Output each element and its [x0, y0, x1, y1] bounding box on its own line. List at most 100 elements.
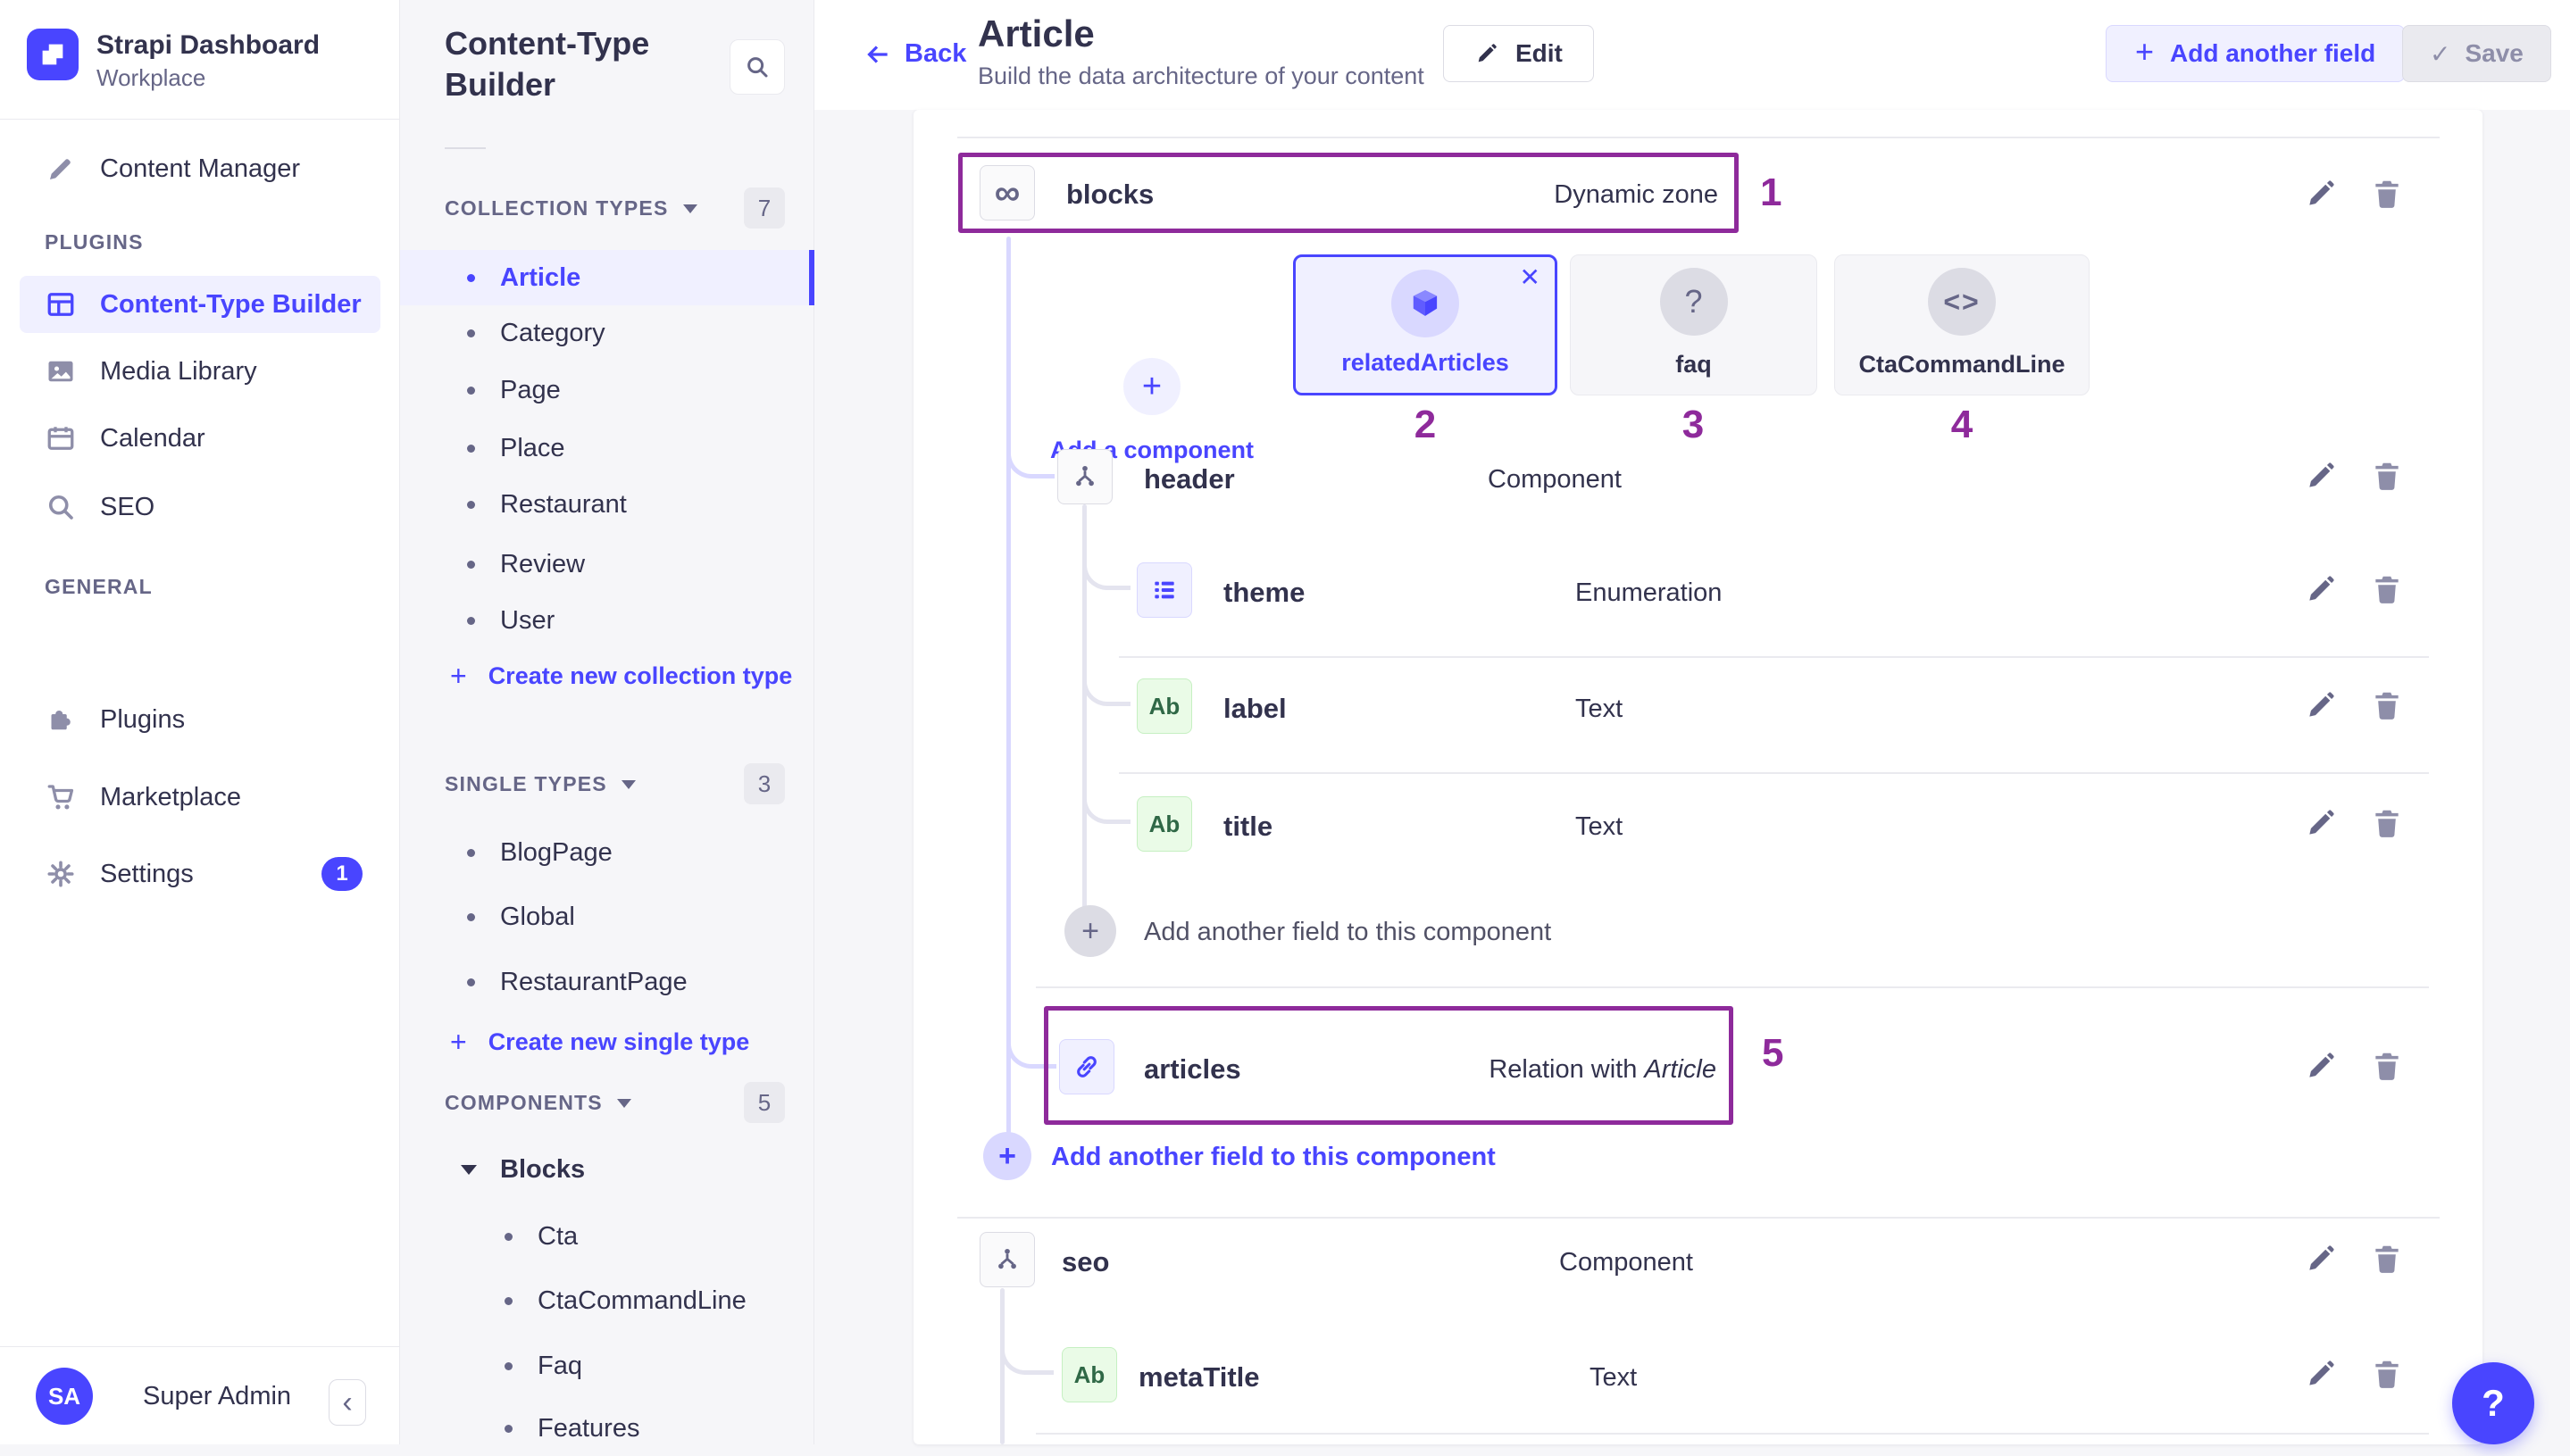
sidebar-item-restaurant[interactable]: Restaurant — [400, 477, 814, 532]
text-field-icon: Ab — [1137, 678, 1192, 734]
pencil-icon — [1474, 41, 1499, 66]
sidebar-item-plugins[interactable]: Plugins — [20, 691, 380, 748]
delete-field-button[interactable] — [2370, 459, 2404, 493]
close-icon[interactable]: ✕ — [1520, 262, 1540, 292]
delete-field-button[interactable] — [2370, 572, 2404, 606]
component-label: Faq — [538, 1352, 582, 1381]
delete-field-button[interactable] — [2370, 177, 2404, 211]
tree-elbow — [1082, 770, 1131, 824]
calendar-icon — [45, 422, 77, 454]
dynamic-zone-icon: ∞ — [980, 165, 1035, 220]
component-card-faq[interactable]: ? faq — [1570, 254, 1817, 395]
edit-field-button[interactable] — [2304, 688, 2338, 722]
sidebar-item-features[interactable]: Features — [400, 1401, 814, 1456]
divider — [1119, 656, 2429, 658]
create-collection-type-link[interactable]: + Create new collection type — [400, 648, 814, 703]
add-field-to-component-button[interactable]: + — [1064, 905, 1116, 957]
sidebar-item-user[interactable]: User — [400, 593, 814, 648]
add-field-to-component-label[interactable]: Add another field to this component — [1144, 918, 1551, 947]
arrow-left-icon — [864, 40, 892, 69]
collection-types-heading[interactable]: COLLECTION TYPES — [445, 196, 697, 220]
create-single-type-link[interactable]: + Create new single type — [400, 1014, 814, 1069]
sidebar-item-media-library[interactable]: Media Library — [20, 343, 380, 400]
builder-sidebar-title: Content-Type Builder — [445, 23, 713, 105]
chevron-down-icon — [683, 204, 697, 213]
collapse-sidebar-button[interactable]: ‹ — [329, 1379, 366, 1426]
delete-field-button[interactable] — [2370, 1357, 2404, 1391]
row-actions — [2304, 572, 2404, 606]
sidebar-item-review[interactable]: Review — [400, 537, 814, 592]
row-actions — [2304, 1049, 2404, 1083]
component-icon — [980, 1232, 1035, 1287]
field-type-label: Text — [1575, 695, 1623, 724]
add-field-to-dynamic-zone-button[interactable]: + — [983, 1132, 1031, 1180]
divider — [1036, 1433, 2429, 1435]
field-type-seo: Component — [1559, 1248, 1693, 1277]
single-type-label: RestaurantPage — [500, 968, 688, 997]
edit-field-button[interactable] — [2304, 1242, 2338, 1276]
component-card-label: CtaCommandLine — [1835, 351, 2089, 379]
field-name-articles: articles — [1144, 1053, 1241, 1086]
chevron-down-icon — [617, 1099, 631, 1108]
sidebar-item-page[interactable]: Page — [400, 362, 814, 418]
plus-icon: + — [2135, 33, 2154, 71]
sidebar-item-ctacommandline[interactable]: CtaCommandLine — [400, 1273, 814, 1328]
edit-field-button[interactable] — [2304, 177, 2338, 211]
back-button[interactable]: Back — [864, 39, 966, 69]
single-type-label: Global — [500, 903, 575, 932]
edit-field-button[interactable] — [2304, 572, 2338, 606]
sidebar-item-global[interactable]: Global — [400, 889, 814, 944]
sidebar-item-faq[interactable]: Faq — [400, 1338, 814, 1394]
sidebar-item-calendar[interactable]: Calendar — [20, 410, 380, 467]
help-button[interactable]: ? — [2452, 1362, 2534, 1444]
add-another-field-button[interactable]: + Add another field — [2106, 25, 2405, 82]
sidebar-item-category[interactable]: Category — [400, 305, 814, 361]
annotation-number-1: 1 — [1760, 171, 1781, 215]
sidebar-item-cta[interactable]: Cta — [400, 1209, 814, 1264]
component-card-label: faq — [1571, 351, 1816, 379]
tree-line — [1000, 1288, 1005, 1444]
delete-field-button[interactable] — [2370, 688, 2404, 722]
delete-field-button[interactable] — [2370, 1049, 2404, 1083]
add-field-to-dynamic-zone-label[interactable]: Add another field to this component — [1051, 1143, 1496, 1172]
tree-elbow — [1082, 537, 1131, 590]
sidebar-item-restaurantpage[interactable]: RestaurantPage — [400, 954, 814, 1010]
sidebar-item-seo[interactable]: SEO — [20, 478, 380, 536]
add-component-button[interactable]: + — [1123, 358, 1181, 415]
field-name-metatitle: metaTitle — [1139, 1361, 1260, 1394]
user-name: Super Admin — [143, 1382, 291, 1411]
component-label: Features — [538, 1414, 639, 1444]
sidebar-item-blogpage[interactable]: BlogPage — [400, 825, 814, 880]
bullet-icon — [505, 1362, 513, 1370]
delete-field-button[interactable] — [2370, 1242, 2404, 1276]
edit-field-button[interactable] — [2304, 806, 2338, 840]
component-card-relatedarticles[interactable]: ✕ relatedArticles — [1293, 254, 1557, 395]
edit-field-button[interactable] — [2304, 1049, 2338, 1083]
strapi-logo[interactable] — [27, 29, 79, 80]
edit-field-button[interactable] — [2304, 459, 2338, 493]
divider — [957, 1217, 2440, 1219]
save-button[interactable]: ✓ Save — [2402, 25, 2551, 82]
edit-button[interactable]: Edit — [1443, 25, 1594, 82]
edit-field-button[interactable] — [2304, 1357, 2338, 1391]
sidebar-item-article[interactable]: Article — [400, 250, 814, 305]
sidebar-item-label: Plugins — [100, 705, 185, 735]
sidebar-item-place[interactable]: Place — [400, 420, 814, 476]
delete-field-button[interactable] — [2370, 806, 2404, 840]
bullet-icon — [467, 913, 475, 921]
single-types-heading[interactable]: SINGLE TYPES — [445, 772, 636, 796]
component-group-blocks[interactable]: Blocks — [400, 1142, 814, 1197]
component-card-ctacommandline[interactable]: <> CtaCommandLine — [1834, 254, 2090, 395]
collection-type-label: Article — [500, 263, 580, 293]
sidebar-item-content-manager[interactable]: Content Manager — [20, 140, 380, 197]
tree-elbow — [1082, 653, 1131, 706]
avatar[interactable]: SA — [36, 1368, 93, 1425]
components-heading[interactable]: COMPONENTS — [445, 1091, 631, 1115]
search-icon — [45, 491, 77, 523]
component-card-label: relatedArticles — [1296, 349, 1555, 377]
search-button[interactable] — [730, 39, 785, 95]
sidebar-item-marketplace[interactable]: Marketplace — [20, 769, 380, 826]
plus-icon: + — [450, 660, 467, 693]
annotation-number-3: 3 — [1666, 403, 1720, 447]
sidebar-item-content-type-builder[interactable]: Content-Type Builder — [20, 276, 380, 333]
